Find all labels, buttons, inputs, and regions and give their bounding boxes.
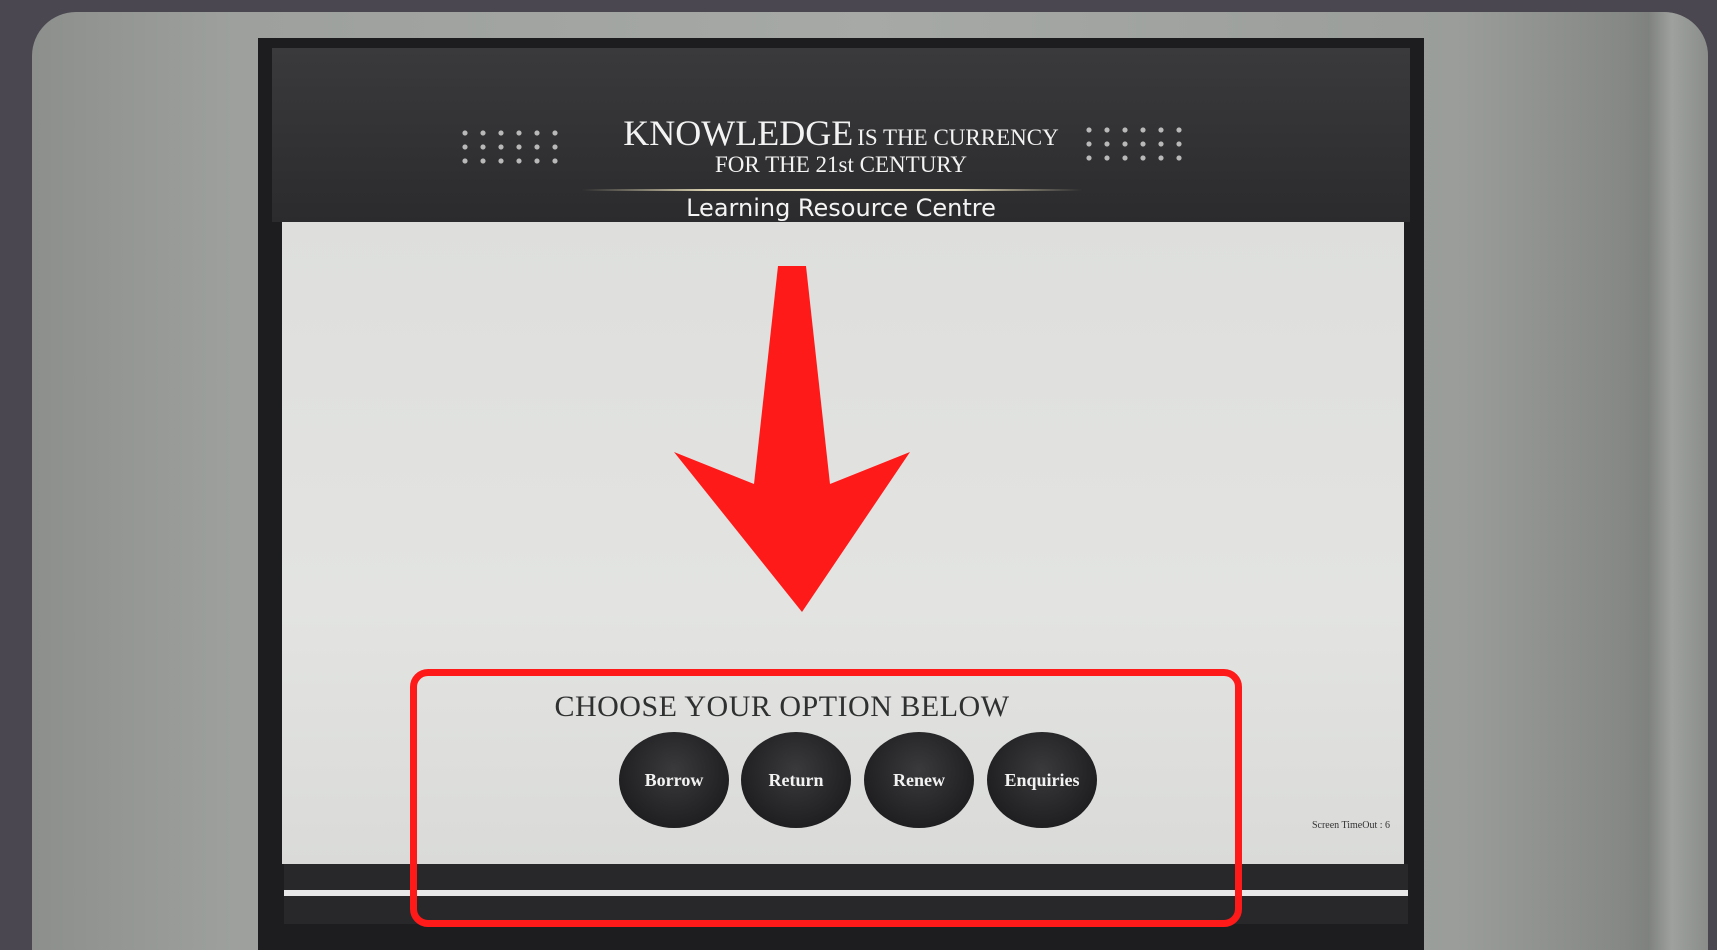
tagline-rest: IS THE CURRENCY [857, 125, 1059, 150]
header-divider [582, 189, 1082, 191]
kiosk-header: KNOWLEDGE IS THE CURRENCY FOR THE 21st C… [272, 48, 1410, 234]
tagline-line2: FOR THE 21st CENTURY [715, 152, 967, 177]
organization-title: Learning Resource Centre [686, 194, 996, 222]
tagline-keyword: KNOWLEDGE [623, 113, 854, 153]
down-arrow-icon [674, 266, 910, 612]
kiosk-frame-edge [1648, 12, 1708, 950]
options-highlight-box [410, 669, 1242, 927]
tagline-line1: KNOWLEDGE IS THE CURRENCY [272, 112, 1410, 154]
screen-timeout-label: Screen TimeOut : 6 [1311, 820, 1390, 831]
